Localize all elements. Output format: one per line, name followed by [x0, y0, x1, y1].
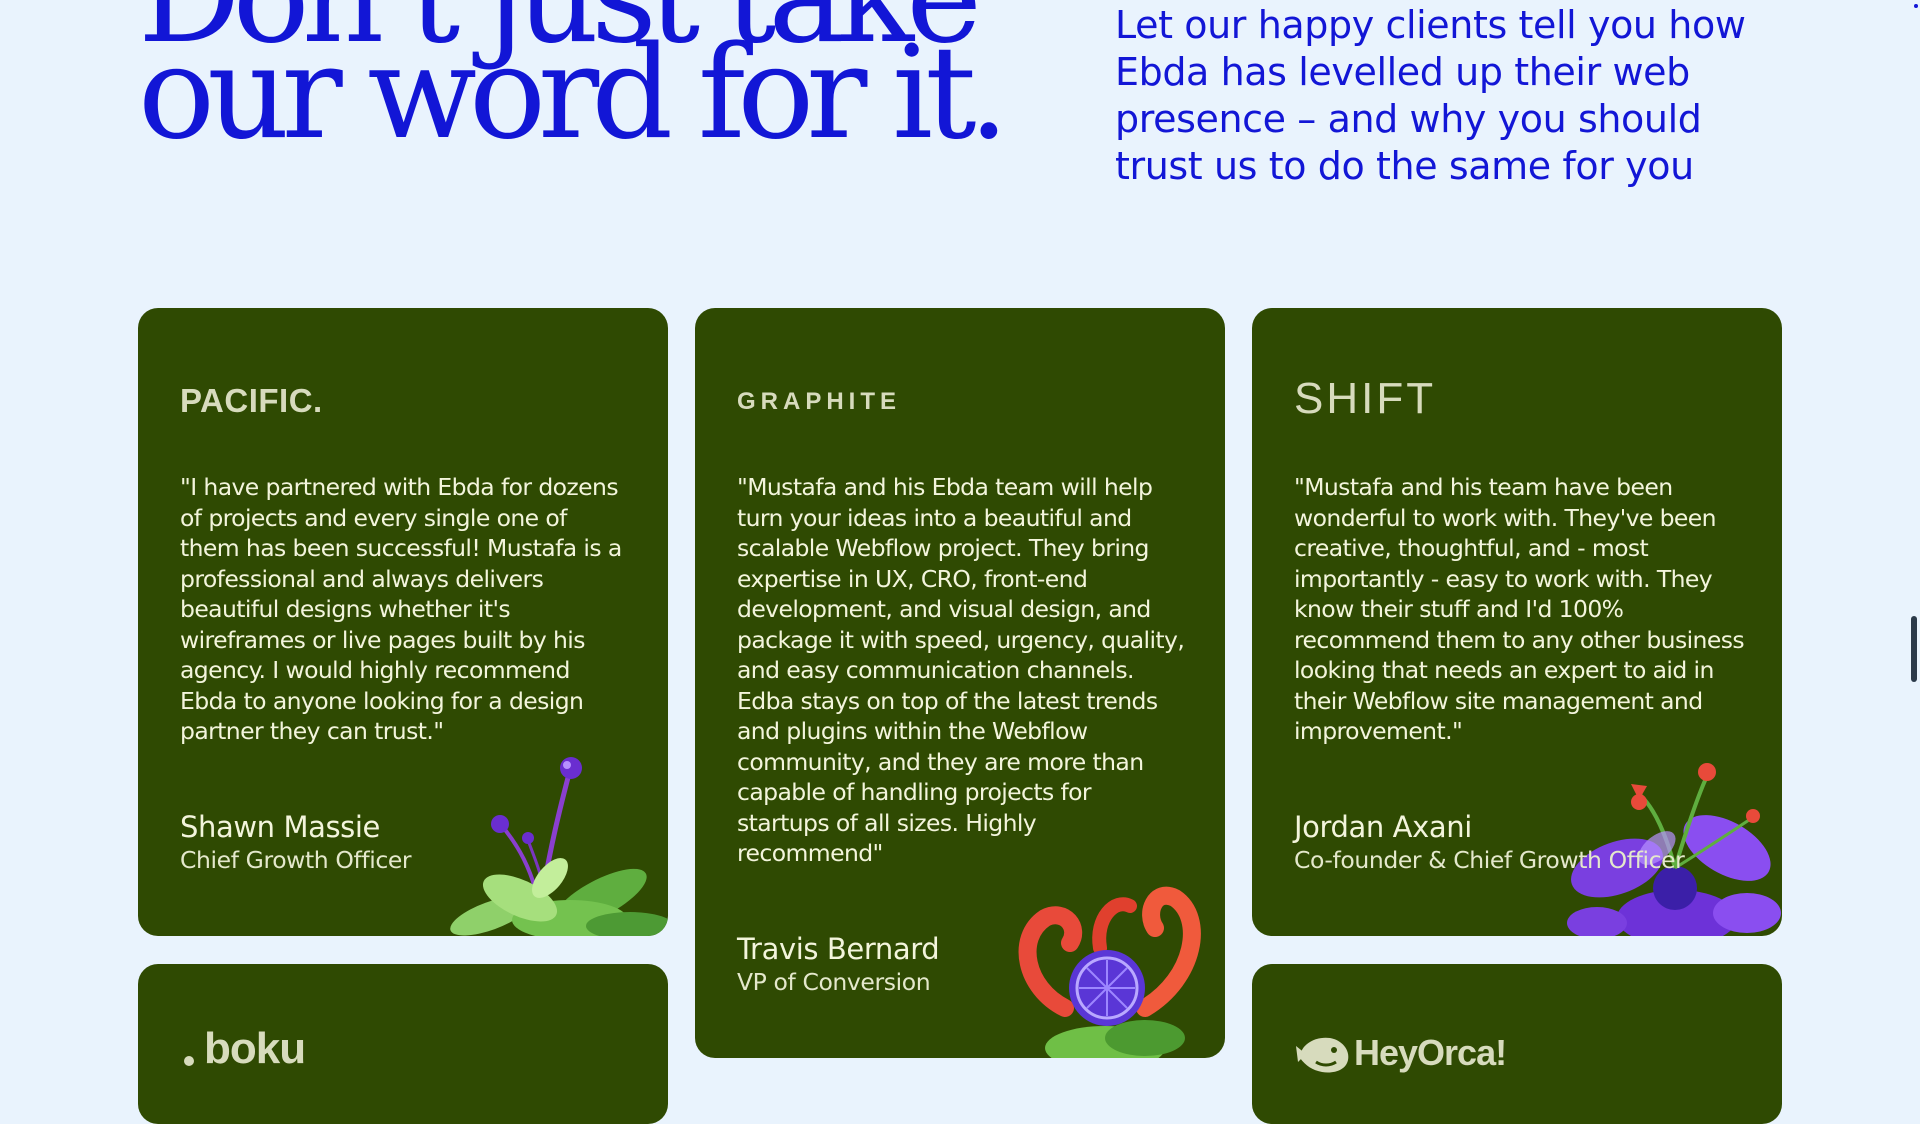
scrollbar-thumb[interactable]	[1911, 616, 1917, 682]
testimonial-author-name: Shawn Massie	[180, 810, 380, 844]
red-flower-icon	[1018, 886, 1201, 1058]
heyorca-logo: HeyOrca!	[1354, 1032, 1507, 1073]
purple-flower-icon	[1567, 763, 1781, 936]
testimonial-author-role: Co-founder & Chief Growth Officer	[1294, 846, 1685, 874]
testimonial-quote: "Mustafa and his team have been wonderfu…	[1294, 473, 1745, 745]
page-title: Don’t just take our word for it.	[138, 0, 1009, 168]
testimonial-quote: "Mustafa and his Ebda team will help tur…	[737, 473, 1185, 867]
testimonial-card-graphite: GRAPHITE "Mustafa and his Ebda team will…	[695, 308, 1225, 1058]
graphite-logo: GRAPHITE	[737, 388, 902, 415]
testimonial-card-pacific: PACIFIC. "I have partnered with Ebda for…	[138, 308, 668, 936]
testimonial-card-shift: SHIFT "Mustafa and his team have been wo…	[1252, 308, 1782, 936]
corner-indicator	[1914, 4, 1918, 8]
orca-icon	[1296, 1037, 1349, 1073]
testimonial-card-boku: boku	[138, 964, 668, 1124]
boku-logo: boku	[204, 1024, 306, 1073]
page-title-line-2: our word for it.	[138, 19, 1009, 168]
shift-logo: SHIFT	[1294, 374, 1437, 423]
testimonial-author-role: VP of Conversion	[737, 968, 931, 996]
page-subtitle: Let our happy clients tell you how Ebda …	[1115, 3, 1746, 188]
testimonial-author-role: Chief Growth Officer	[180, 846, 412, 874]
testimonial-card-heyorca: HeyOrca!	[1252, 964, 1782, 1124]
green-plant-icon	[450, 757, 668, 936]
pacific-logo: PACIFIC.	[180, 382, 323, 419]
testimonial-author-name: Travis Bernard	[737, 932, 940, 966]
testimonial-author-name: Jordan Axani	[1294, 810, 1472, 844]
testimonial-quote: "I have partnered with Ebda for dozens o…	[180, 473, 622, 745]
boku-logo-dot	[184, 1056, 194, 1066]
